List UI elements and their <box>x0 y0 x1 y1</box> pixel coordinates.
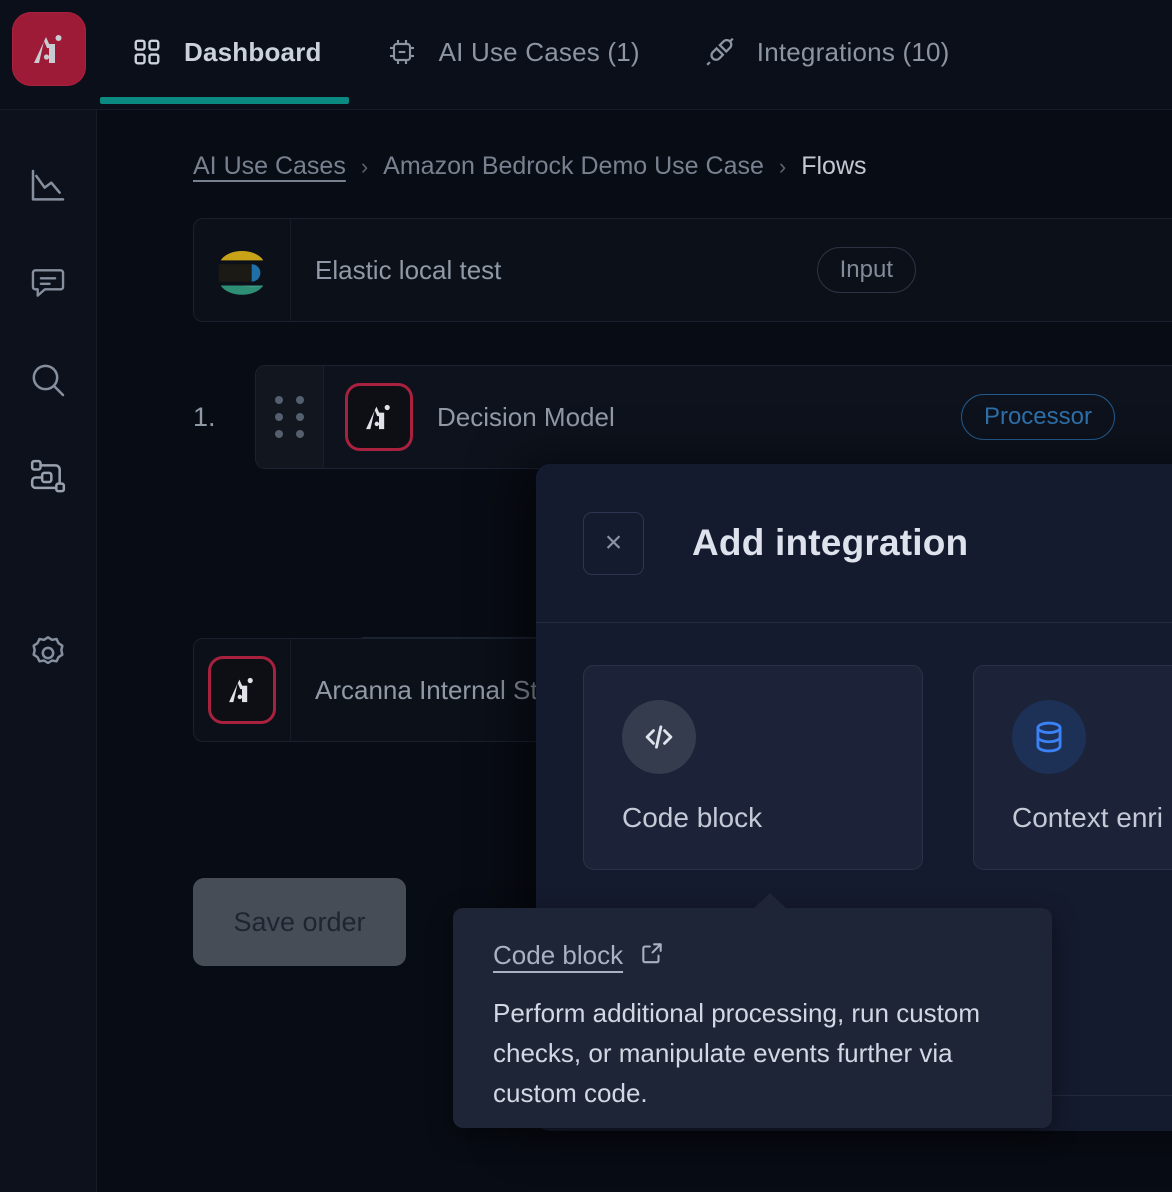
grid-icon <box>127 32 167 72</box>
top-navigation-bar: Dashboard AI Use Cases (1) Integrations … <box>0 0 1172 110</box>
tooltip-title-row: Code block <box>493 940 1012 971</box>
breadcrumb-separator-2: › <box>778 153 787 179</box>
tab-integrations-label: Integrations (10) <box>756 37 950 67</box>
flow-step-card[interactable]: Decision Model Processor <box>255 365 1172 469</box>
arcanna-ai-logo-icon <box>11 12 86 86</box>
chip-icon <box>382 32 422 72</box>
tab-dashboard[interactable]: Dashboard <box>97 0 352 104</box>
external-link-icon[interactable] <box>639 940 665 971</box>
tab-ai-use-cases-label: AI Use Cases (1) <box>438 37 640 67</box>
tab-dashboard-label: Dashboard <box>184 37 322 67</box>
integration-card-list: Code block Context enri <box>536 623 1172 870</box>
tooltip-title-link[interactable]: Code block <box>493 940 623 971</box>
flow-input-name: Elastic local test <box>315 254 502 285</box>
integration-card-context-enrichment[interactable]: Context enri <box>973 665 1172 870</box>
drag-dots <box>274 396 305 438</box>
breadcrumb-current-flows: Flows <box>801 152 867 180</box>
main-tabs: Dashboard AI Use Cases (1) Integrations … <box>97 0 980 110</box>
integration-card-code-block[interactable]: Code block <box>583 665 923 870</box>
flow-output-name: Arcanna Internal St <box>315 674 538 705</box>
sidebar <box>0 110 97 1192</box>
integration-card-label: Context enri <box>1012 802 1163 833</box>
save-order-button[interactable]: Save order <box>193 878 406 966</box>
app-logo[interactable] <box>0 0 97 110</box>
flow-input-row[interactable]: Elastic local test Input <box>193 218 1172 322</box>
breadcrumb: AI Use Cases › Amazon Bedrock Demo Use C… <box>193 152 867 181</box>
breadcrumb-link-ai-use-cases[interactable]: AI Use Cases <box>193 152 346 181</box>
sidebar-item-analytics[interactable] <box>15 155 81 221</box>
sidebar-item-flows[interactable] <box>15 446 81 512</box>
integration-card-label: Code block <box>622 802 763 833</box>
modal-title: Add integration <box>692 522 969 563</box>
search-icon <box>28 360 68 405</box>
arcanna-ai-logo-icon <box>208 656 276 724</box>
app-root: Dashboard AI Use Cases (1) Integrations … <box>0 0 1172 1192</box>
tab-integrations[interactable]: Integrations (10) <box>670 0 980 104</box>
active-tab-indicator <box>100 97 349 104</box>
gear-icon <box>28 633 68 678</box>
close-icon[interactable]: × <box>583 511 644 575</box>
status-badge-input: Input <box>816 247 916 293</box>
status-badge-processor: Processor <box>960 394 1115 440</box>
elastic-logo-icon <box>194 219 291 321</box>
tab-ai-use-cases[interactable]: AI Use Cases (1) <box>352 0 670 104</box>
plug-icon <box>700 32 740 72</box>
code-block-tooltip: Code block Perform additional processing… <box>453 893 1052 1128</box>
arcanna-ai-logo-icon <box>345 383 413 451</box>
sidebar-item-settings[interactable] <box>15 622 81 688</box>
flows-nodes-icon <box>28 457 68 502</box>
drag-handle-icon[interactable] <box>256 366 324 468</box>
arcanna-output-icon-cell <box>194 639 291 741</box>
breadcrumb-item-use-case[interactable]: Amazon Bedrock Demo Use Case <box>383 152 764 181</box>
sidebar-item-search[interactable] <box>15 349 81 415</box>
flow-step-name: Decision Model <box>437 401 615 432</box>
feedback-chat-icon <box>29 264 67 307</box>
sidebar-item-feedback[interactable] <box>15 252 81 318</box>
database-icon <box>1012 700 1086 774</box>
tooltip-description: Perform additional processing, run custo… <box>493 998 981 1109</box>
tooltip-caret <box>753 893 787 909</box>
step-number: 1. <box>193 401 216 432</box>
code-brackets-icon <box>622 700 696 774</box>
breadcrumb-separator-1: › <box>360 153 369 179</box>
modal-header: × Add integration <box>536 464 1172 623</box>
analytics-chart-icon <box>28 166 68 211</box>
flow-step-row: 1. Decision Model Processor <box>193 365 1172 469</box>
